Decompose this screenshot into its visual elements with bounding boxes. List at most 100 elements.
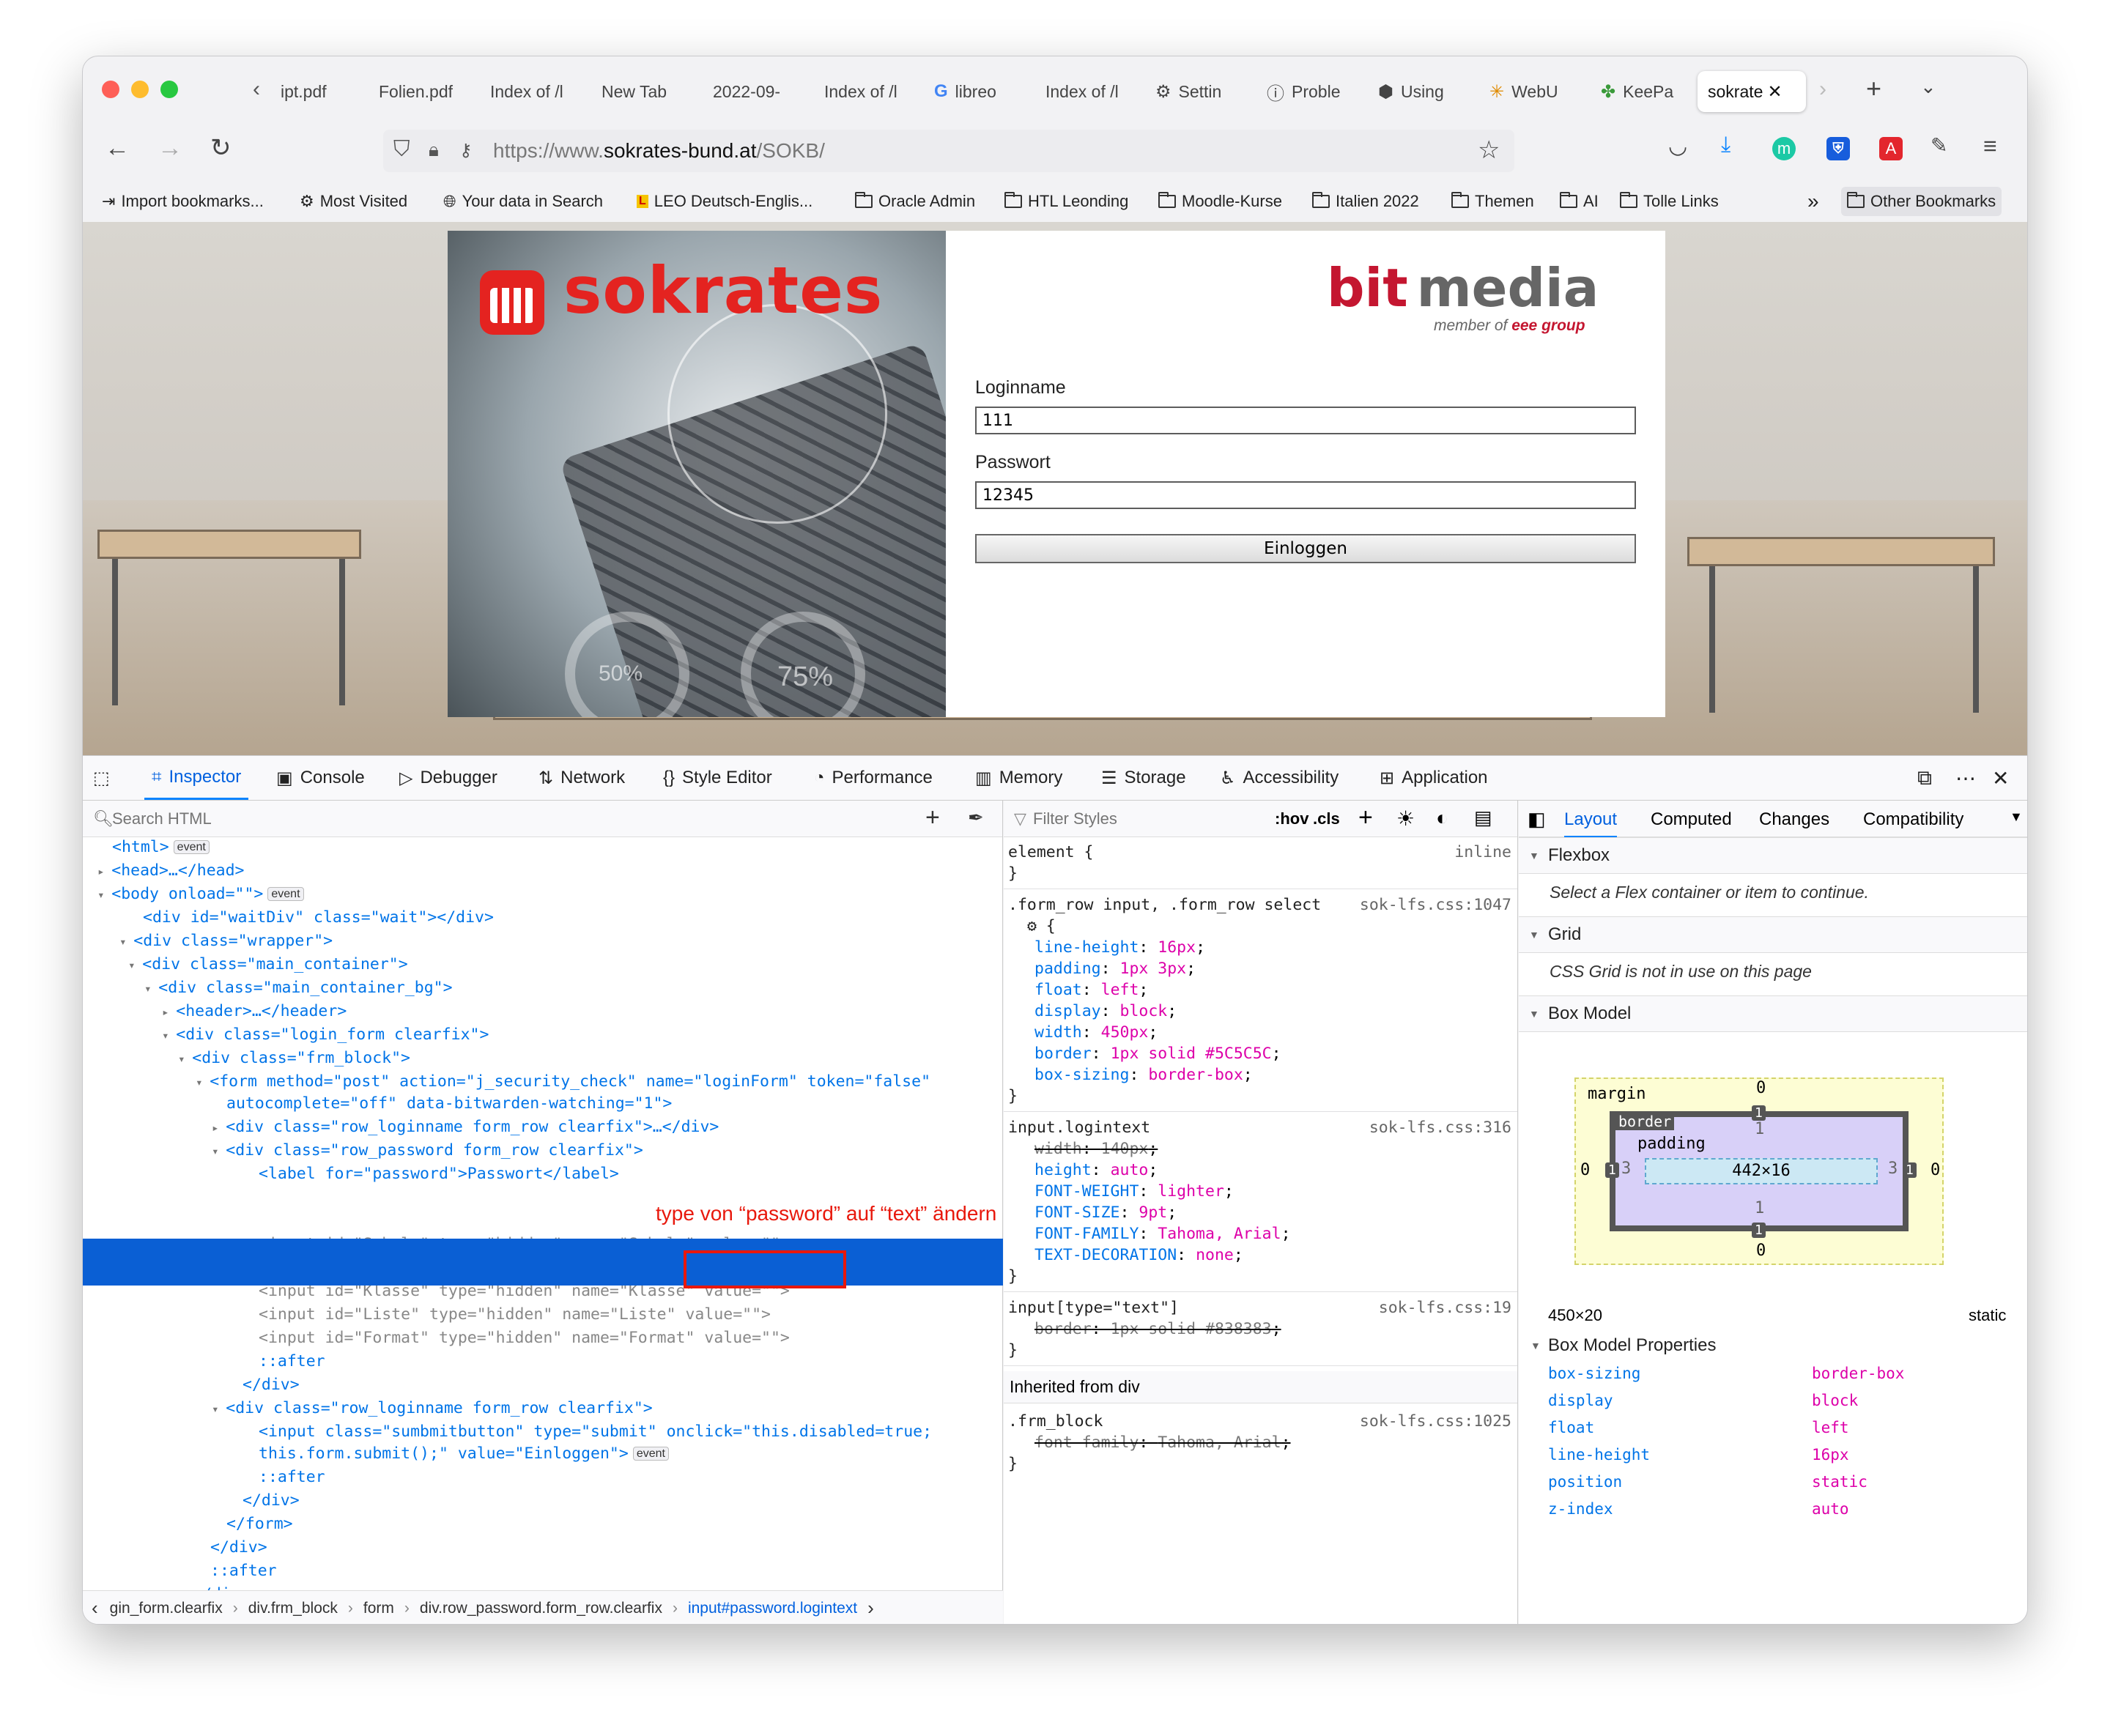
forward-icon[interactable]: → (158, 136, 182, 160)
breadcrumb-item[interactable]: div.row_password.form_row.clearfix (420, 1600, 662, 1617)
new-tab-icon[interactable]: + (1866, 75, 1881, 102)
rule-property[interactable]: height: auto; (1034, 1160, 1158, 1181)
bmp-section[interactable]: ▼ Box Model Properties (1530, 1335, 1716, 1356)
markup-node[interactable]: ▾ <div class="login_form clearfix"> (162, 1023, 489, 1047)
add-rule-icon[interactable]: + (1358, 804, 1373, 832)
search-html-input[interactable] (112, 806, 845, 831)
markup-node[interactable]: <input id="Format" type="hidden" name="F… (259, 1327, 790, 1350)
zoom-window-button[interactable] (160, 81, 178, 98)
tab-application[interactable]: ⊞ Application (1380, 756, 1488, 800)
rule-source[interactable]: sok-lfs.css:316 (1369, 1117, 1511, 1138)
tab-accessibility[interactable]: ♿︎ Accessibility (1220, 756, 1339, 800)
tab-item[interactable]: ✤ KeePa (1595, 71, 1705, 112)
expand-toggle-icon[interactable]: ▸ (212, 1121, 226, 1135)
dark-scheme-icon[interactable]: ◐ (1436, 806, 1448, 830)
bmp-value[interactable]: auto (1812, 1500, 1849, 1518)
expand-toggle-icon[interactable]: ▾ (196, 1075, 210, 1089)
expand-toggle-icon[interactable]: ▾ (97, 888, 111, 902)
bm-padding-bottom[interactable]: 1 (1755, 1199, 1764, 1217)
tab-inspector[interactable]: ⌗ Inspector (144, 756, 249, 800)
bm-margin-bottom[interactable]: 0 (1756, 1242, 1766, 1260)
tab-item[interactable]: ✳ WebU (1484, 71, 1593, 112)
tab-item[interactable]: 2022-09- (707, 71, 817, 112)
bm-margin-left[interactable]: 0 (1580, 1161, 1590, 1179)
rule-text[interactable]: input.logintext (1008, 1117, 1150, 1138)
tab-item[interactable]: ⓘ Proble (1261, 71, 1371, 112)
breadcrumb-left-icon[interactable]: ‹ (92, 1597, 98, 1620)
markup-node[interactable]: ::after (259, 1350, 325, 1373)
rule-text[interactable]: } (1008, 1266, 1018, 1287)
key-icon[interactable]: ⚷ (459, 140, 473, 161)
markup-node[interactable]: </div> (243, 1489, 300, 1513)
eyedropper-icon[interactable]: ✒ (968, 806, 984, 829)
list-tabs-icon[interactable]: ⌄ (1920, 77, 1936, 96)
breadcrumb-item[interactable]: form (363, 1600, 394, 1617)
expand-toggle-icon[interactable]: ▸ (162, 1005, 176, 1019)
markup-node[interactable]: ▾ <form method="post" action="j_security… (196, 1070, 930, 1094)
shield-icon[interactable]: ⛉ (393, 137, 410, 162)
rule-property[interactable]: font-family: Tahoma, Arial; (1034, 1432, 1291, 1453)
markup-node[interactable]: ▾ <div class="main_container_bg"> (144, 976, 453, 1000)
tab-changes[interactable]: Changes (1759, 809, 1829, 830)
tab-item[interactable]: Index of /l (818, 71, 928, 112)
rule-source[interactable]: inline (1454, 842, 1511, 863)
bookmark-folder[interactable]: Tolle Links (1620, 187, 1719, 216)
extension-icon[interactable]: ✎ (1931, 136, 1947, 156)
expand-toggle-icon[interactable]: ▾ (178, 1052, 192, 1066)
event-badge[interactable]: event (267, 887, 304, 901)
bm-margin-right[interactable]: 0 (1931, 1161, 1940, 1179)
rule-property[interactable]: display: block; (1034, 1001, 1177, 1022)
rule-property[interactable]: border: 1px solid #5C5C5C; (1034, 1043, 1281, 1064)
tab-item[interactable]: Index of /l (1040, 71, 1150, 112)
close-window-button[interactable] (102, 81, 119, 98)
markup-node[interactable]: <html> event (112, 836, 210, 859)
download-icon[interactable]: ⤓ (1721, 134, 1730, 156)
close-tab-icon[interactable]: ✕ (1767, 81, 1782, 103)
bookmark-folder[interactable]: HTL Leonding (1004, 187, 1128, 216)
other-bookmarks[interactable]: Other Bookmarks (1841, 187, 2002, 216)
bookmark-folder[interactable]: Moodle-Kurse (1158, 187, 1282, 216)
menu-icon[interactable]: ≡ (1983, 134, 1997, 157)
acrobat-icon[interactable]: A (1879, 137, 1903, 160)
expand-toggle-icon[interactable]: ▾ (212, 1144, 226, 1158)
bookmarks-overflow-icon[interactable]: » (1807, 187, 1819, 216)
url-bar[interactable]: ⛉ 🔒︎ ⚷ https://www.sokrates-bund.at/SOKB… (383, 130, 1514, 172)
bookmark-folder[interactable]: Italien 2022 (1312, 187, 1419, 216)
expand-toggle-icon[interactable]: ▾ (119, 935, 133, 949)
markup-node[interactable]: <input class="sumbmitbutton" type="submi… (259, 1420, 932, 1444)
password-input[interactable] (975, 481, 1636, 509)
tab-scroll-left-icon[interactable]: ‹ (253, 78, 260, 100)
tab-layout[interactable]: Layout (1564, 809, 1618, 838)
hov-toggle[interactable]: :hov (1275, 809, 1308, 828)
tab-scroll-right-icon[interactable]: › (1819, 78, 1826, 100)
dock-icon[interactable]: ⧉ (1917, 756, 1932, 800)
bmp-value[interactable]: block (1812, 1392, 1858, 1409)
tab-item[interactable]: Glibreo (928, 71, 1038, 112)
bm-padding-right[interactable]: 3 (1888, 1160, 1898, 1178)
markup-node[interactable]: autocomplete="off" data-bitwarden-watchi… (226, 1092, 672, 1116)
markup-node[interactable]: ▸ <head>…</head> (97, 859, 244, 883)
rule-source[interactable]: sok-lfs.css:1047 (1360, 894, 1511, 916)
tab-storage[interactable]: ☰ Storage (1101, 756, 1186, 800)
tab-item[interactable]: ipt.pdf (275, 71, 371, 112)
bookmark-folder[interactable]: AI (1560, 187, 1599, 216)
sidebar-toggle-icon[interactable]: ◧ (1528, 808, 1546, 831)
minimize-window-button[interactable] (131, 81, 149, 98)
breadcrumb-item[interactable]: gin_form.clearfix (110, 1600, 223, 1617)
rule-text[interactable]: } (1008, 1086, 1018, 1107)
markup-node[interactable]: ::after (259, 1466, 325, 1489)
tab-debugger[interactable]: ▷ Debugger (399, 756, 497, 800)
boxmodel-section[interactable]: Box Model (1519, 995, 2027, 1032)
rule-property[interactable]: FONT-FAMILY: Tahoma, Arial; (1034, 1223, 1291, 1244)
markup-node[interactable]: ::after (210, 1559, 277, 1583)
tab-performance[interactable]: ◔ Performance (814, 756, 933, 800)
rule-text[interactable]: } (1008, 1453, 1018, 1475)
rule-text[interactable]: } (1008, 1340, 1018, 1361)
bmp-value[interactable]: border-box (1812, 1365, 1904, 1382)
tab-item[interactable]: New Tab (596, 71, 706, 112)
rule-text[interactable]: .frm_block (1008, 1411, 1103, 1432)
bm-padding-left[interactable]: 3 (1621, 1160, 1631, 1178)
back-icon[interactable]: ← (105, 136, 130, 160)
markup-node[interactable]: </div> (210, 1536, 267, 1559)
more-icon[interactable]: ⋯ (1955, 756, 1976, 800)
